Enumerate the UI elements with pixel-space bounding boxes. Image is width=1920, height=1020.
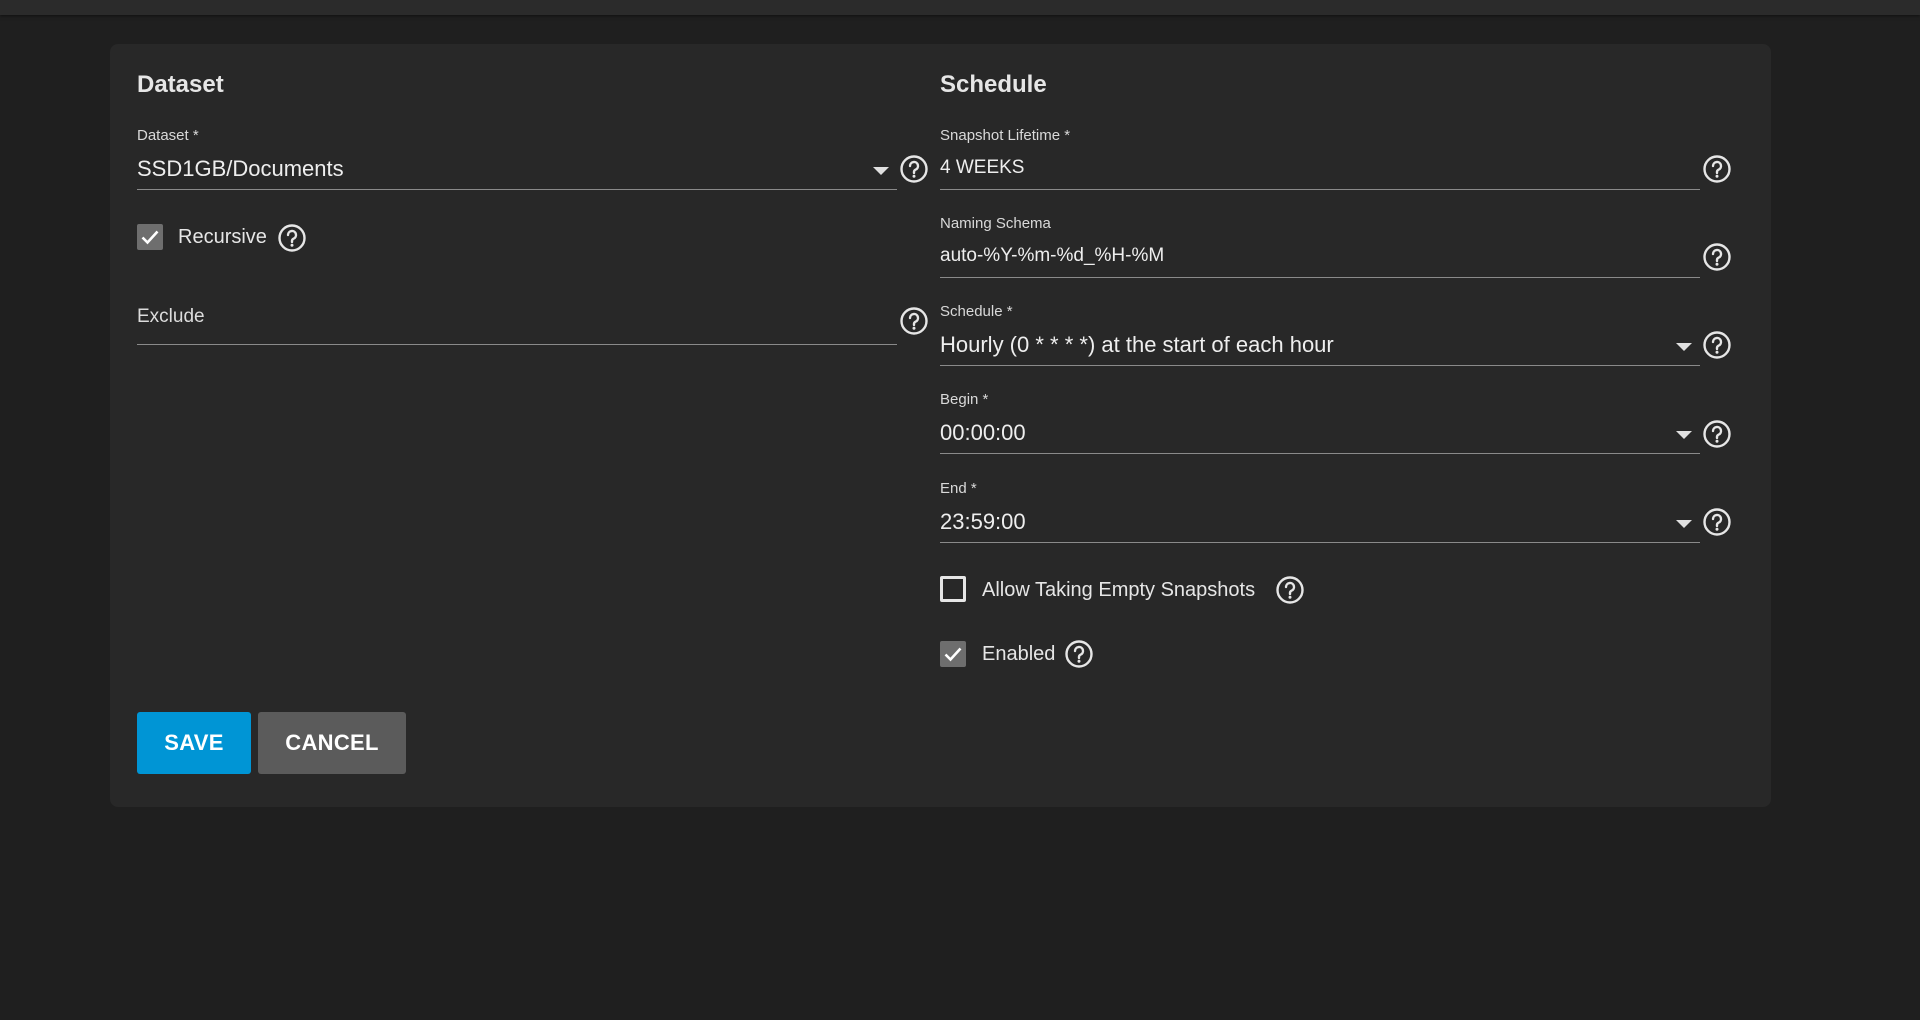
snapshot-lifetime-value: 4 WEEKS [940,157,1025,178]
begin-label: Begin * [940,391,989,408]
begin-time-select[interactable]: Begin * 00:00:00 [940,391,1700,463]
chevron-down-icon [873,167,889,175]
schedule-underline [940,365,1700,366]
dataset-section-title: Dataset [137,71,224,98]
help-circle-icon[interactable] [1702,154,1732,184]
allow-empty-snapshots-checkbox[interactable] [940,576,966,602]
snapshot-task-form: Dataset Dataset * SSD1GB/Documents Recur… [110,44,1771,807]
help-circle-icon[interactable] [899,154,929,184]
end-value: 23:59:00 [940,509,1026,534]
chevron-down-icon [1676,431,1692,439]
enabled-label: Enabled [982,643,1056,665]
help-circle-icon[interactable] [1702,419,1732,449]
schedule-label: Schedule * [940,303,1013,320]
exclude-underline [137,344,897,345]
enabled-checkbox[interactable] [940,641,966,667]
schedule-value: Hourly (0 * * * *) at the start of each … [940,332,1334,357]
help-circle-icon[interactable] [1702,507,1732,537]
end-underline [940,542,1700,543]
check-icon [141,230,159,245]
dataset-label: Dataset * [137,127,199,144]
naming-schema-underline [940,277,1700,278]
help-circle-icon[interactable] [1702,330,1732,360]
end-label: End * [940,480,977,497]
naming-schema-value: auto-%Y-%m-%d_%H-%M [940,245,1165,266]
save-button[interactable]: SAVE [137,712,251,774]
end-time-select[interactable]: End * 23:59:00 [940,480,1700,552]
check-icon [944,647,962,662]
recursive-checkbox[interactable] [137,224,163,250]
schedule-section-title: Schedule [940,71,1047,98]
begin-underline [940,453,1700,454]
snapshot-lifetime-label: Snapshot Lifetime * [940,127,1071,144]
help-circle-icon[interactable] [1702,242,1732,272]
begin-value: 00:00:00 [940,420,1026,445]
help-circle-icon[interactable] [277,223,307,253]
schedule-select[interactable]: Schedule * Hourly (0 * * * *) at the sta… [940,303,1700,375]
help-circle-icon[interactable] [899,306,929,336]
help-circle-icon[interactable] [1064,639,1094,669]
exclude-input[interactable]: Exclude [137,304,897,354]
exclude-placeholder: Exclude [137,306,205,327]
allow-empty-snapshots-label: Allow Taking Empty Snapshots [982,579,1256,601]
dataset-underline [137,189,897,190]
naming-schema-label: Naming Schema [940,215,1051,232]
dataset-select[interactable]: Dataset * SSD1GB/Documents [137,127,897,199]
help-circle-icon[interactable] [1275,575,1305,605]
snapshot-lifetime-underline [940,189,1700,190]
chevron-down-icon [1676,343,1692,351]
naming-schema-input[interactable]: Naming Schema auto-%Y-%m-%d_%H-%M [940,215,1700,287]
snapshot-lifetime-input[interactable]: Snapshot Lifetime * 4 WEEKS [940,127,1700,199]
dataset-value: SSD1GB/Documents [137,156,344,181]
chevron-down-icon [1676,520,1692,528]
recursive-label: Recursive [178,226,267,248]
top-bar [0,0,1920,15]
cancel-button[interactable]: CANCEL [258,712,406,774]
